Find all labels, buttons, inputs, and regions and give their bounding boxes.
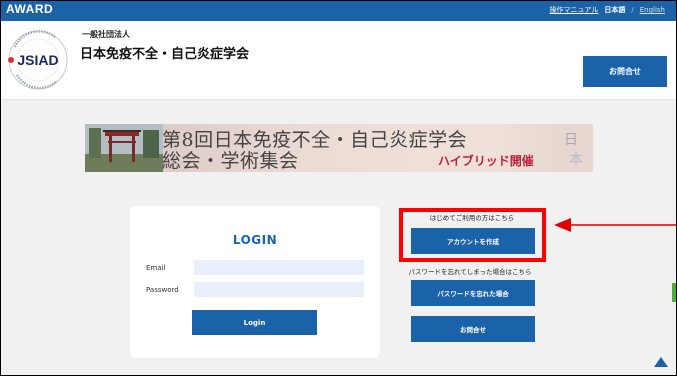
email-field[interactable]: [194, 260, 364, 275]
svg-text:本: 本: [569, 152, 583, 168]
main-area: 第8回日本免疫不全・自己炎症学会 総会・学術集会 ハイブリッド開催 日 本 LO…: [0, 100, 677, 376]
triangle-up-icon[interactable]: [654, 357, 668, 367]
lang-en-link[interactable]: English: [640, 6, 665, 14]
banner-emblem: 日 本: [555, 124, 593, 172]
login-button[interactable]: Login: [192, 310, 317, 335]
shrine-photo: [85, 124, 163, 172]
password-field[interactable]: [194, 282, 364, 297]
top-bar: AWARD 操作マニュアル 日本語 / English: [0, 0, 677, 21]
hybrid-label: ハイブリッド開催: [438, 154, 534, 168]
org-type: 一般社団法人: [82, 30, 130, 39]
header-contact-button[interactable]: お問合せ: [583, 56, 667, 87]
contact-button[interactable]: お問合せ: [411, 316, 535, 342]
lang-separator: /: [631, 6, 634, 14]
manual-link[interactable]: 操作マニュアル: [550, 5, 599, 15]
banner-subtitle: 総会・学術集会: [162, 150, 299, 172]
conference-banner[interactable]: 第8回日本免疫不全・自己炎症学会 総会・学術集会 ハイブリッド開催 日 本: [85, 124, 593, 172]
side-tab[interactable]: [672, 283, 677, 302]
email-label: Email: [146, 264, 166, 272]
jsiad-logo[interactable]: JSIAD: [5, 27, 71, 93]
forgot-password-button[interactable]: パスワードを忘れた場合: [411, 280, 535, 306]
site-header: JSIAD 一般社団法人 日本免疫不全・自己炎症学会 お問合せ: [0, 21, 677, 100]
brand-label: AWARD: [6, 2, 54, 16]
forgot-note: パスワードを忘れてしまった場合はこちら: [408, 268, 532, 276]
highlight-box: [399, 208, 546, 262]
login-card: LOGIN Email Password Login: [130, 206, 380, 358]
svg-text:日: 日: [564, 132, 578, 148]
svg-text:JSIAD: JSIAD: [17, 52, 58, 68]
login-title: LOGIN: [232, 233, 278, 247]
org-name: 日本免疫不全・自己炎症学会: [80, 47, 250, 62]
password-label: Password: [146, 286, 179, 294]
arrow-left-icon: [554, 218, 676, 232]
top-links: 操作マニュアル 日本語 / English: [550, 5, 665, 15]
lang-ja-link[interactable]: 日本語: [604, 5, 625, 15]
